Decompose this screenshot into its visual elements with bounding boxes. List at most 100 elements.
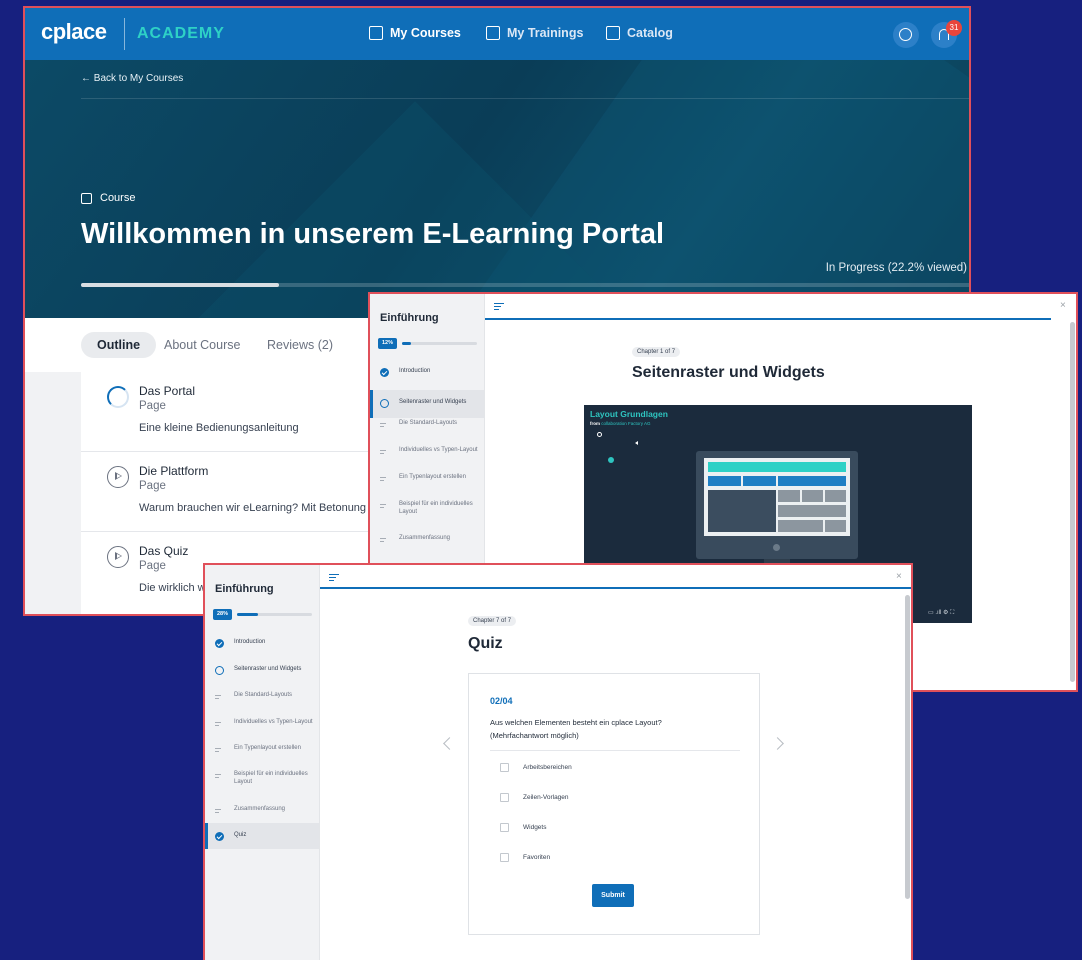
course-progress-fill: [81, 283, 279, 287]
nav-catalog[interactable]: Catalog: [606, 26, 673, 40]
monitor-button: [773, 544, 780, 551]
lesson-lines-icon: [215, 806, 224, 815]
sidebar-chapter-label: Individuelles vs Typen-Layout: [234, 719, 313, 725]
tab-outline[interactable]: Outline: [81, 332, 157, 358]
lesson-description: Warum brauchen wir eLearning? Mit Betonu…: [139, 502, 396, 514]
nav-my-trainings-label: My Trainings: [507, 26, 584, 40]
sidebar-chapter-item[interactable]: Zusammenfassung: [205, 805, 319, 815]
sidebar-chapter-item[interactable]: Individuelles vs Typen-Layout: [370, 446, 484, 456]
sidebar-chapter-item[interactable]: Seitenraster und Widgets: [370, 390, 484, 418]
lesson-lines-icon: [380, 447, 389, 456]
chapter-chip: Chapter 1 of 7: [632, 347, 681, 357]
question-line: Aus welchen Elementen besteht ein cplace…: [490, 718, 662, 727]
chapter-chip: Chapter 7 of 7: [468, 616, 517, 626]
close-icon[interactable]: ×: [896, 571, 902, 582]
sidebar-chapter-item[interactable]: Seitenraster und Widgets: [205, 665, 319, 675]
video-decoration-dot: [608, 457, 614, 463]
play-icon: [107, 546, 129, 568]
question-text: Aus welchen Elementen besteht ein cplace…: [490, 716, 740, 742]
sidebar-chapter-item[interactable]: Die Standard-Layouts: [370, 419, 484, 429]
lesson-kind: Page: [139, 480, 166, 492]
answer-option[interactable]: Widgets: [500, 823, 546, 832]
my-trainings-icon: [486, 26, 500, 40]
sidebar-chapter-label: Beispiel für ein individuelles Layout: [399, 501, 473, 516]
video-from-label: from: [590, 421, 600, 426]
header-divider: [320, 587, 911, 589]
sidebar-chapter-label: Quiz: [234, 832, 247, 838]
checkbox[interactable]: [500, 853, 509, 862]
tab-about-course[interactable]: About Course: [148, 332, 256, 358]
video-controls[interactable]: ▭ .ıll ⚙ ⛶: [928, 609, 954, 617]
question-number: 02/04: [490, 696, 513, 706]
ring-icon: [215, 666, 224, 675]
sidebar-chapter-label: Die Standard-Layouts: [234, 692, 293, 698]
nav-my-trainings[interactable]: My Trainings: [486, 26, 583, 40]
scrollbar[interactable]: [1070, 322, 1075, 682]
submit-button[interactable]: Submit: [592, 884, 634, 907]
answer-label: Zeilen-Vorlagen: [523, 794, 569, 801]
menu-icon[interactable]: [329, 574, 339, 581]
layout-grid-illustration: [704, 458, 850, 536]
previous-question-arrow[interactable]: [443, 737, 456, 750]
checkbox[interactable]: [500, 793, 509, 802]
course-icon: [81, 192, 92, 204]
video-title: Layout Grundlagen: [590, 409, 668, 419]
chat-icon[interactable]: [893, 22, 919, 48]
sidebar-chapter-item[interactable]: Introduction: [205, 638, 319, 648]
sidebar-chapter-label: Zusammenfassung: [234, 806, 286, 812]
cursor-arrow-icon: [635, 441, 638, 445]
video-byline: from collaboration Factory AG: [590, 421, 651, 426]
check-icon: [215, 832, 224, 841]
answer-option[interactable]: Zeilen-Vorlagen: [500, 793, 569, 802]
answer-option[interactable]: Arbeitsbereichen: [500, 763, 572, 772]
lesson-lines-icon: [215, 719, 224, 728]
cplace-logo[interactable]: cplace: [41, 19, 107, 45]
progress-percent: 12%: [378, 338, 397, 349]
tab-reviews[interactable]: Reviews (2): [251, 332, 349, 358]
in-progress-icon: [107, 386, 129, 408]
video-author[interactable]: collaboration Factory AG: [601, 421, 650, 426]
sidebar-chapter-item[interactable]: Ein Typenlayout erstellen: [370, 473, 484, 483]
answer-option[interactable]: Favoriten: [500, 853, 550, 862]
next-question-arrow[interactable]: [771, 737, 784, 750]
lesson-description: Eine kleine Bedienungsanleitung: [139, 422, 299, 434]
answer-label: Widgets: [523, 824, 547, 831]
course-type-label: Course: [100, 192, 136, 204]
chapter-progress-bar: [237, 613, 312, 616]
back-to-courses-link[interactable]: ← Back to My Courses: [81, 73, 183, 84]
menu-icon[interactable]: [494, 303, 504, 310]
video-decoration-dot: [597, 432, 602, 437]
check-icon: [215, 639, 224, 648]
logo-divider: [124, 18, 125, 50]
lesson-lines-icon: [380, 474, 389, 483]
lesson-lines-icon: [215, 692, 224, 701]
ring-icon: [380, 399, 389, 408]
nav-catalog-label: Catalog: [627, 26, 673, 40]
sidebar-chapter-item[interactable]: Quiz: [205, 823, 319, 849]
sidebar-chapter-item[interactable]: Ein Typenlayout erstellen: [205, 744, 319, 754]
nav-my-courses-label: My Courses: [390, 26, 461, 40]
sidebar-chapter-label: Introduction: [399, 368, 431, 374]
sidebar-chapter-label: Ein Typenlayout erstellen: [234, 745, 301, 751]
sidebar-chapter-item[interactable]: Beispiel für ein individuelles Layout: [370, 500, 484, 516]
lesson-title: Das Quiz: [139, 544, 189, 558]
scrollbar[interactable]: [905, 595, 910, 899]
course-type-tag: Course: [81, 192, 135, 204]
sidebar-chapter-item[interactable]: Beispiel für ein individuelles Layout: [205, 770, 319, 786]
checkbox[interactable]: [500, 763, 509, 772]
checkbox[interactable]: [500, 823, 509, 832]
sidebar-chapter-item[interactable]: Zusammenfassung: [370, 534, 484, 544]
sidebar-chapter-item[interactable]: Individuelles vs Typen-Layout: [205, 718, 319, 728]
progress-percent: 28%: [213, 609, 232, 620]
nav-my-courses[interactable]: My Courses: [369, 26, 461, 40]
sidebar-chapter-item[interactable]: Introduction: [370, 367, 484, 377]
lesson-kind: Page: [139, 400, 166, 412]
check-icon: [380, 368, 389, 377]
sidebar-chapter-item[interactable]: Die Standard-Layouts: [205, 691, 319, 701]
close-icon[interactable]: ×: [1060, 300, 1066, 311]
monitor-illustration: [696, 451, 858, 559]
chapter-progress-fill: [402, 342, 411, 345]
sidebar-title: Einführung: [380, 312, 439, 324]
lesson-kind: Page: [139, 560, 166, 572]
course-title: Willkommen in unserem E-Learning Portal: [81, 218, 665, 250]
